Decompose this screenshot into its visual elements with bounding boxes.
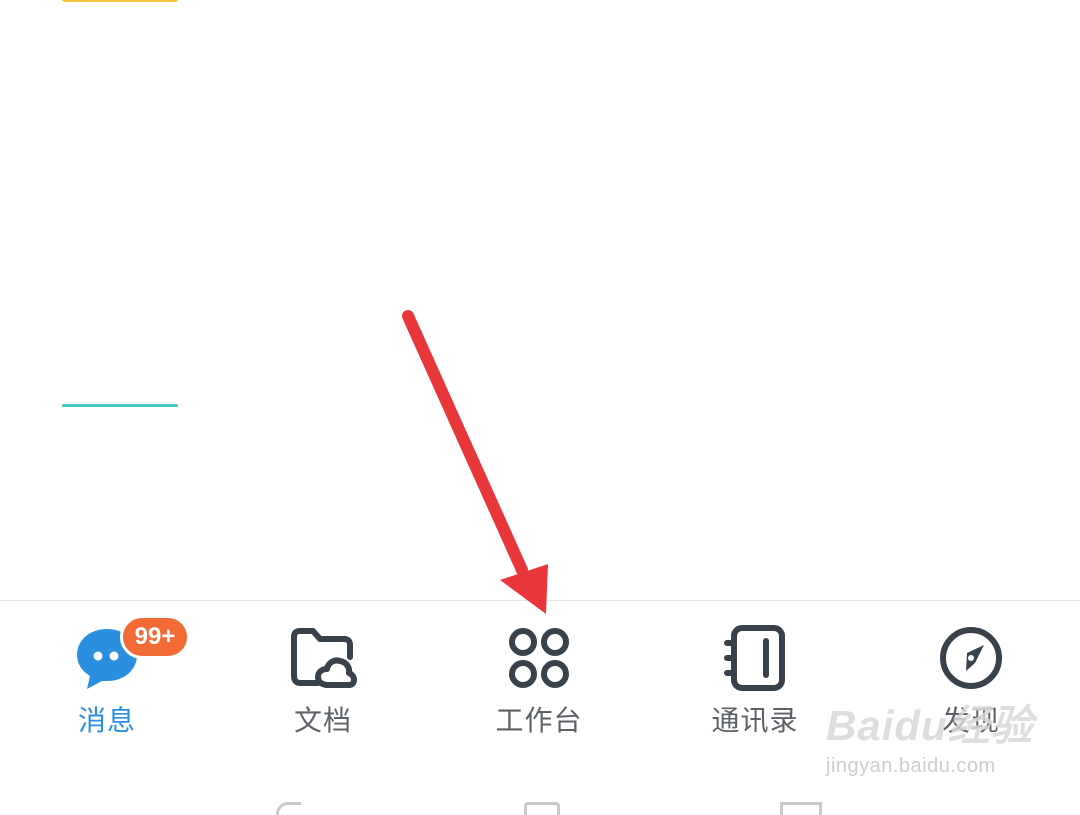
top-accent-strip <box>60 0 180 2</box>
home-icon[interactable] <box>524 802 560 815</box>
compass-icon <box>936 623 1006 693</box>
unread-badge: 99+ <box>120 615 190 659</box>
system-navigation-bar <box>0 792 1080 815</box>
teal-divider <box>62 404 178 407</box>
tab-workbench[interactable]: 工作台 <box>474 623 604 743</box>
tab-messages[interactable]: 99+ 消息 <box>42 615 190 743</box>
tab-label: 工作台 <box>495 704 583 737</box>
bottom-tab-bar: 99+ 消息 文档 工作台 通讯录 发现 <box>0 600 1080 811</box>
tab-docs[interactable]: 文档 <box>258 623 388 743</box>
tab-contacts[interactable]: 通讯录 <box>690 623 820 743</box>
tab-label: 文档 <box>293 704 352 737</box>
tab-label: 通讯录 <box>711 704 799 737</box>
back-icon[interactable] <box>276 802 301 815</box>
chat-bubble-icon: 99+ <box>72 615 190 693</box>
apps-grid-icon <box>504 623 574 693</box>
cloud-folder-icon <box>288 623 358 693</box>
recents-icon[interactable] <box>780 802 822 815</box>
tab-discover[interactable]: 发现 <box>906 623 1036 743</box>
address-book-icon <box>720 623 790 693</box>
tab-label: 消息 <box>77 704 136 737</box>
tab-label: 发现 <box>941 704 1000 737</box>
